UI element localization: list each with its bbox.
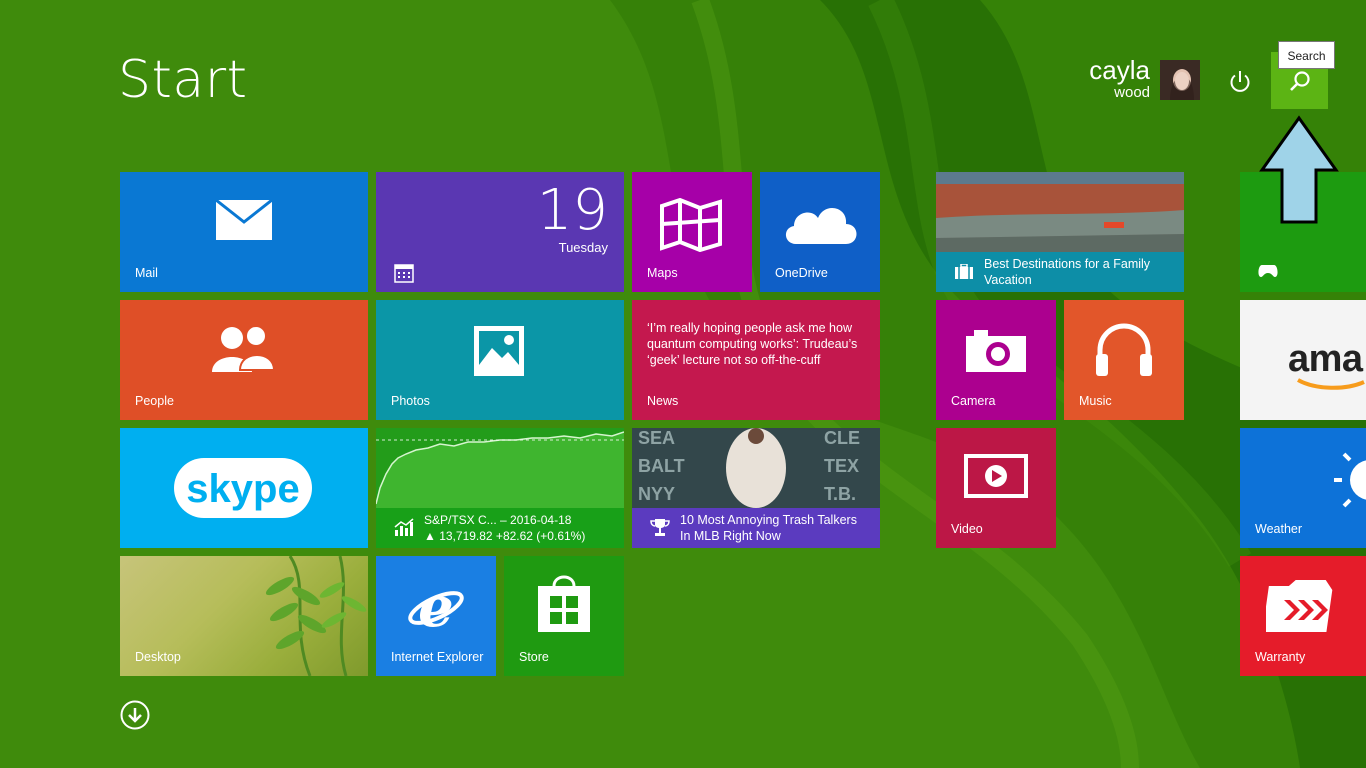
- tile-label: Music: [1079, 394, 1112, 408]
- sun-icon: [1334, 452, 1366, 508]
- power-icon: [1230, 71, 1250, 92]
- amazon-logo-text: ama: [1288, 338, 1363, 380]
- tile-label: Internet Explorer: [391, 650, 484, 664]
- play-icon: [964, 454, 1028, 498]
- chart-icon: [394, 518, 414, 536]
- tile-desktop[interactable]: Desktop: [120, 556, 368, 676]
- user-first-name: cayla: [1089, 55, 1150, 85]
- tile-music[interactable]: Music: [1064, 300, 1184, 420]
- tile-label: Warranty: [1255, 650, 1306, 664]
- folder-icon: [1266, 580, 1333, 632]
- svg-text:skype: skype: [186, 467, 299, 511]
- svg-text:e: e: [418, 578, 454, 634]
- tile-finance[interactable]: S&P/TSX C... – 2016-04-18 ▲ 13,719.82 +8…: [376, 428, 624, 548]
- tile-skype[interactable]: skype: [120, 428, 368, 548]
- camera-icon: [966, 330, 1026, 372]
- tile-photos[interactable]: Photos: [376, 300, 624, 420]
- tile-warranty[interactable]: Warranty: [1240, 556, 1366, 676]
- gamepad-icon: [1258, 265, 1278, 277]
- svg-text:TEX: TEX: [824, 456, 859, 476]
- all-apps-button[interactable]: [120, 700, 150, 730]
- tile-label: People: [135, 394, 174, 408]
- tile-label: Mail: [135, 266, 158, 280]
- sports-photo: SEA BALT NYY CLE TEX T.B.: [632, 428, 880, 508]
- cloud-icon: [785, 207, 857, 244]
- map-icon: [660, 198, 722, 252]
- ie-icon: e: [408, 578, 464, 634]
- travel-photo: [936, 172, 1184, 252]
- tile-travel[interactable]: Best Destinations for a Family Vacation: [936, 172, 1184, 292]
- tile-label: Store: [519, 650, 549, 664]
- skype-logo-icon: skype: [174, 458, 312, 518]
- fern-wallpaper: [265, 556, 367, 676]
- tile-calendar[interactable]: 19 Tuesday: [376, 172, 624, 292]
- svg-text:NYY: NYY: [638, 484, 675, 504]
- finance-change: ▲ 13,719.82 +82.62 (+0.61%): [424, 529, 586, 543]
- people-icon: [212, 325, 276, 372]
- suitcase-icon: [955, 264, 973, 279]
- tile-sports[interactable]: SEA BALT NYY CLE TEX T.B. 10 Most Annoying T…: [632, 428, 880, 548]
- store-icon: [538, 575, 590, 632]
- tile-store[interactable]: Store: [504, 556, 624, 676]
- avatar-image: [1160, 60, 1200, 100]
- tile-maps[interactable]: Maps: [632, 172, 752, 292]
- svg-text:CLE: CLE: [824, 428, 860, 448]
- calendar-weekday: Tuesday: [558, 240, 608, 255]
- search-tooltip: Search: [1278, 41, 1335, 69]
- calendar-icon: [394, 264, 414, 283]
- tile-mail[interactable]: Mail: [120, 172, 368, 292]
- page-title: Start: [118, 50, 248, 110]
- amazon-smile-icon: [1297, 378, 1365, 390]
- arrow-up-annotation: [1259, 115, 1339, 224]
- tile-weather[interactable]: Weather: [1240, 428, 1366, 548]
- travel-headline: Best Destinations for a Family Vacation: [984, 257, 1151, 287]
- avatar[interactable]: [1160, 60, 1200, 100]
- tile-label: Camera: [951, 394, 996, 408]
- tile-label: News: [647, 394, 679, 408]
- tile-camera[interactable]: Camera: [936, 300, 1056, 420]
- svg-text:T.B.: T.B.: [824, 484, 856, 504]
- trophy-icon: [650, 519, 670, 536]
- sports-headline: 10 Most Annoying Trash Talkers In MLB Ri…: [680, 513, 857, 543]
- tile-label: OneDrive: [775, 266, 828, 280]
- tile-onedrive[interactable]: OneDrive: [760, 172, 880, 292]
- tile-label: Video: [951, 522, 983, 536]
- tile-label: Photos: [391, 394, 430, 408]
- photo-icon: [474, 326, 524, 376]
- user-account[interactable]: cayla wood: [1089, 55, 1150, 101]
- tile-news[interactable]: ‘I’m really hoping people ask me how qua…: [632, 300, 880, 420]
- svg-text:SEA: SEA: [638, 428, 675, 448]
- tile-amazon[interactable]: ama: [1240, 300, 1366, 420]
- headphones-icon: [1096, 323, 1152, 376]
- tile-label: Desktop: [135, 650, 181, 664]
- stock-sparkline: [376, 428, 624, 508]
- search-icon: [1290, 71, 1310, 91]
- tile-ie[interactable]: e Internet Explorer: [376, 556, 496, 676]
- tile-video[interactable]: Video: [936, 428, 1056, 548]
- tile-label: Weather: [1255, 522, 1303, 536]
- mail-icon: [216, 200, 272, 240]
- calendar-day: 19: [536, 178, 608, 243]
- tile-people[interactable]: People: [120, 300, 368, 420]
- arrow-down-circle-icon: [120, 700, 150, 730]
- finance-index: S&P/TSX C... – 2016-04-18: [424, 513, 572, 527]
- news-headline: ‘I’m really hoping people ask me how qua…: [647, 321, 858, 367]
- power-button[interactable]: [1226, 68, 1254, 96]
- svg-text:BALT: BALT: [638, 456, 685, 476]
- tile-label: Maps: [647, 266, 678, 280]
- user-last-name: wood: [1114, 84, 1150, 101]
